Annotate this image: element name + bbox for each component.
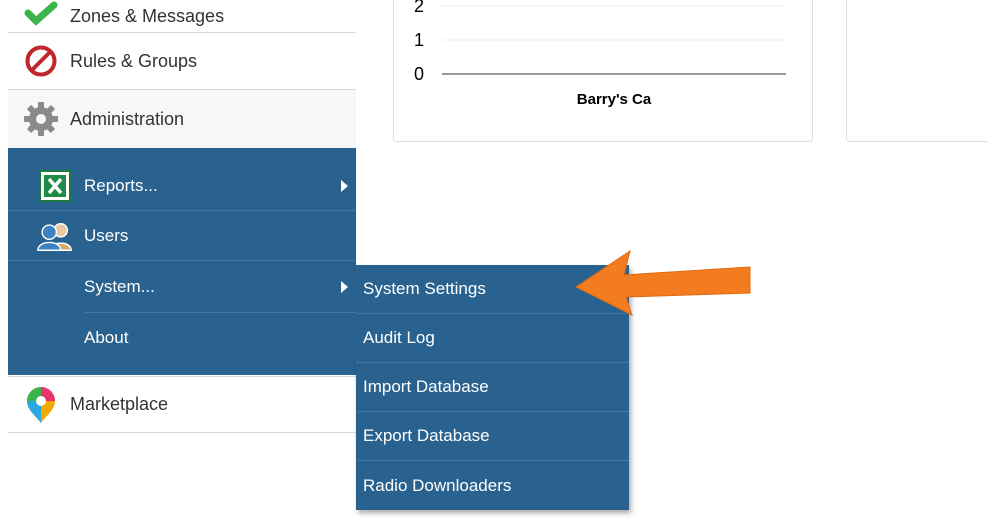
menu-item-label: Users [84, 226, 129, 245]
gear-icon [22, 100, 60, 138]
menu-item-label: Export Database [363, 426, 490, 445]
x-category-label: Barry's Ca [577, 91, 652, 108]
menu-item-label: Audit Log [363, 328, 435, 347]
menu-item-label: System Settings [363, 279, 486, 298]
menu-item-label: About [84, 327, 129, 347]
y-tick-label: 2 [414, 0, 424, 16]
menu-item-label: Import Database [363, 377, 489, 396]
zones-icon [22, 0, 60, 35]
submenu-caret-icon [341, 180, 348, 192]
sidebar-item-administration[interactable]: Administration [8, 90, 356, 148]
menu-item-label: Radio Downloaders [363, 475, 512, 495]
menu-item-reports[interactable]: Reports... [8, 162, 356, 211]
menu-item-export-database[interactable]: Export Database [356, 412, 629, 461]
menu-item-users[interactable]: Users [8, 212, 356, 261]
bar-chart: 0 1 2 Barry's Ca [414, 0, 786, 108]
y-tick-label: 0 [414, 64, 424, 84]
menu-item-label: Reports... [84, 176, 158, 195]
sidebar-item-zones-messages[interactable]: Zones & Messages [8, 0, 356, 33]
no-entry-icon [22, 42, 60, 80]
side-card [846, 0, 988, 142]
sidebar-item-label: Administration [70, 108, 185, 129]
menu-item-label: System... [84, 276, 155, 296]
administration-submenu: Reports... Users System... About [8, 148, 356, 375]
excel-icon [36, 168, 74, 204]
menu-item-audit-log[interactable]: Audit Log [356, 314, 629, 363]
users-icon [36, 218, 74, 254]
menu-item-import-database[interactable]: Import Database [356, 363, 629, 412]
menu-item-about[interactable]: About [8, 313, 356, 362]
marketplace-pin-icon [22, 386, 60, 424]
annotation-arrow-icon [575, 249, 751, 316]
y-tick-label: 1 [414, 30, 424, 50]
sidebar-item-label: Rules & Groups [70, 50, 198, 71]
submenu-caret-icon [341, 280, 348, 293]
app-window: 0 1 2 Barry's Ca Zones & Messages Rules & G… [0, 0, 988, 519]
sidebar-item-label: Zones & Messages [70, 5, 225, 26]
sidebar-item-rules-groups[interactable]: Rules & Groups [8, 33, 356, 90]
sidebar-item-label: Marketplace [70, 394, 169, 414]
sidebar-item-marketplace[interactable]: Marketplace [8, 376, 356, 433]
chart-card: 0 1 2 Barry's Ca [393, 0, 813, 142]
menu-item-radio-downloaders[interactable]: Radio Downloaders [356, 461, 629, 510]
menu-item-system[interactable]: System... [8, 262, 356, 311]
